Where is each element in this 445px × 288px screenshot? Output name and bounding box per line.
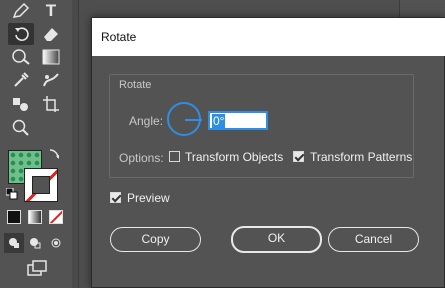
eraser-icon[interactable] <box>38 23 64 45</box>
symbol-icon[interactable] <box>8 93 34 115</box>
zoom-icon[interactable] <box>8 117 34 139</box>
color-mode-button[interactable] <box>7 210 21 224</box>
eyedropper-icon[interactable] <box>8 69 34 91</box>
swap-icon[interactable] <box>44 144 64 164</box>
ok-button[interactable]: OK <box>231 226 322 253</box>
dial-indicator <box>185 119 202 121</box>
rotate-icon[interactable] <box>8 23 34 45</box>
transform-patterns-checkbox[interactable] <box>293 151 304 162</box>
cancel-button[interactable]: Cancel <box>328 227 419 252</box>
angle-label: Angle: <box>129 114 164 128</box>
rotate-dialog: Rotate Rotate Angle: 0° Options: Transfo… <box>91 17 445 288</box>
angle-input[interactable]: 0° <box>208 111 268 130</box>
screen-mode-icon[interactable] <box>24 258 50 278</box>
copy-button[interactable]: Copy <box>110 227 201 252</box>
type-icon[interactable]: T <box>38 0 64 22</box>
stroke-swatch[interactable] <box>24 168 58 202</box>
blend-icon[interactable] <box>38 69 64 91</box>
brush-icon[interactable] <box>8 0 34 22</box>
transform-objects-label[interactable]: Transform Objects <box>185 150 283 164</box>
draw-normal-icon[interactable] <box>4 233 24 253</box>
warp-icon[interactable] <box>8 46 34 68</box>
draw-behind-icon[interactable] <box>25 233 45 253</box>
angle-value: 0° <box>212 114 226 128</box>
gradient-icon[interactable] <box>38 46 64 68</box>
group-title: Rotate <box>119 79 152 91</box>
angle-dial[interactable] <box>167 102 202 136</box>
transform-objects-checkbox[interactable] <box>169 151 180 162</box>
artboard-icon[interactable] <box>38 93 64 115</box>
preview-label[interactable]: Preview <box>127 191 170 205</box>
draw-inside-icon[interactable] <box>46 233 66 253</box>
transform-patterns-label[interactable]: Transform Patterns <box>310 150 412 164</box>
preview-checkbox[interactable] <box>110 192 121 203</box>
dialog-title: Rotate <box>92 18 445 56</box>
none-mode-button[interactable] <box>49 210 63 224</box>
options-label: Options: <box>119 151 164 165</box>
tools-panel: T <box>0 0 72 288</box>
gradient-mode-button[interactable] <box>28 210 42 224</box>
default-colors-icon[interactable] <box>4 186 20 202</box>
